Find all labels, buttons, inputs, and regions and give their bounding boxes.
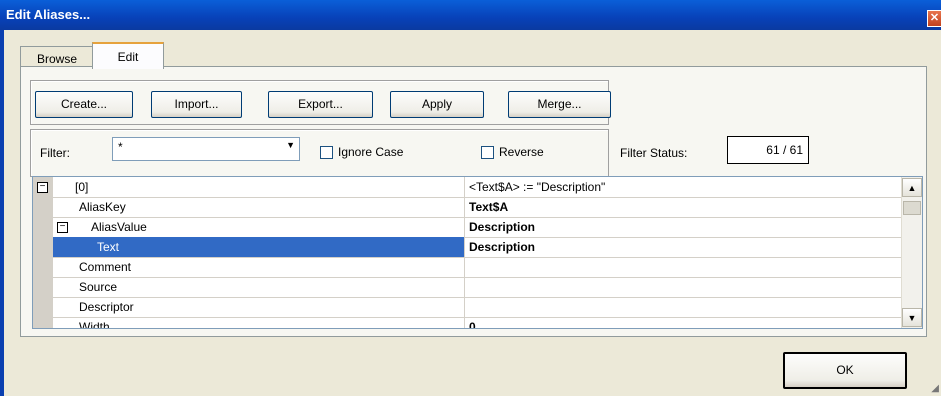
filter-status-field: 61 / 61 <box>727 136 809 164</box>
scroll-down-icon[interactable]: ▼ <box>902 308 922 327</box>
resize-grip-icon[interactable]: ◢ <box>931 383 939 394</box>
window-title: Edit Aliases... <box>6 7 91 22</box>
scroll-thumb[interactable] <box>903 201 921 215</box>
grid-row-name[interactable]: Source <box>53 277 465 297</box>
grid-row[interactable]: Comment <box>33 257 901 278</box>
grid-row[interactable]: Source <box>33 277 901 298</box>
grid-row-name[interactable]: Text <box>53 237 465 257</box>
reverse-box[interactable] <box>481 145 494 159</box>
grid-row[interactable]: AliasKey Text$A <box>33 197 901 218</box>
grid-row-value[interactable]: Description <box>466 237 901 257</box>
grid-row-name-text: AliasKey <box>79 200 126 214</box>
grid-row-name-text: [0] <box>75 180 89 194</box>
filter-status-value: 61 / 61 <box>766 143 803 157</box>
grid-row-value[interactable]: 0 <box>466 317 901 328</box>
grid-row[interactable]: [0] − <Text$A> := "Description" <box>33 177 901 198</box>
tab-edit-label: Edit <box>117 50 139 64</box>
grid-row-name-text: Text <box>97 240 120 254</box>
property-grid[interactable]: [0] − <Text$A> := "Description" AliasKey Tex… <box>32 176 923 329</box>
scroll-up-icon[interactable]: ▲ <box>902 178 922 197</box>
grid-row-value[interactable] <box>466 277 901 297</box>
grid-row-value[interactable] <box>466 257 901 277</box>
ignore-case-label: Ignore Case <box>338 145 404 159</box>
window-border <box>0 30 4 396</box>
grid-row-name[interactable]: Comment <box>53 257 465 277</box>
create-button[interactable]: Create... <box>35 91 133 118</box>
grid-row-name-text: Source <box>79 280 118 294</box>
merge-button[interactable]: Merge... <box>508 91 611 118</box>
grid-row[interactable]: Descriptor <box>33 297 901 318</box>
import-button[interactable]: Import... <box>151 91 242 118</box>
close-icon: ✕ <box>929 12 940 24</box>
filter-status-label: Filter Status: <box>620 146 688 160</box>
grid-row-value[interactable] <box>466 297 901 317</box>
grid-row-value[interactable]: Text$A <box>466 197 901 217</box>
apply-button[interactable]: Apply <box>390 91 484 118</box>
vertical-scrollbar[interactable]: ▲ ▼ <box>901 177 922 328</box>
grid-row-name[interactable]: AliasKey <box>53 197 465 217</box>
ignore-case-checkbox[interactable]: Ignore Case <box>320 145 403 159</box>
filter-combobox[interactable]: * ▼ <box>112 137 300 161</box>
grid-row-name-text: Comment <box>79 260 132 274</box>
grid-row-name[interactable]: AliasValue <box>53 217 465 237</box>
tab-browse-label: Browse <box>36 52 77 66</box>
grid-row-name[interactable]: [0] <box>53 177 465 197</box>
tab-edit[interactable]: Edit <box>92 42 164 69</box>
grid-row-value[interactable]: Description <box>466 217 901 237</box>
export-button[interactable]: Export... <box>268 91 373 118</box>
ok-button[interactable]: OK <box>783 352 907 389</box>
grid-row-name-text: Width <box>79 320 110 329</box>
tab-browse[interactable]: Browse <box>20 46 94 67</box>
grid-row-name-text: Descriptor <box>79 300 134 314</box>
chevron-down-icon[interactable]: ▼ <box>286 140 295 150</box>
reverse-checkbox[interactable]: Reverse <box>481 145 544 159</box>
grid-row-name[interactable]: Descriptor <box>53 297 465 317</box>
ignore-case-box[interactable] <box>320 145 333 159</box>
collapse-icon[interactable]: − <box>37 182 48 193</box>
title-bar[interactable]: Edit Aliases... ✕ <box>0 0 941 30</box>
grid-row-name[interactable]: Width <box>53 317 465 329</box>
filter-value: * <box>118 140 123 154</box>
grid-row[interactable]: AliasValue − Description <box>33 217 901 238</box>
collapse-icon[interactable]: − <box>57 222 68 233</box>
grid-row-value[interactable]: <Text$A> := "Description" <box>466 177 901 197</box>
filter-label: Filter: <box>40 146 70 160</box>
grid-row[interactable]: Width 0 <box>33 317 901 329</box>
close-button[interactable]: ✕ <box>927 10 941 27</box>
grid-row[interactable]: Text Description <box>33 237 901 258</box>
grid-row-name-text: AliasValue <box>91 220 147 234</box>
reverse-label: Reverse <box>499 145 544 159</box>
